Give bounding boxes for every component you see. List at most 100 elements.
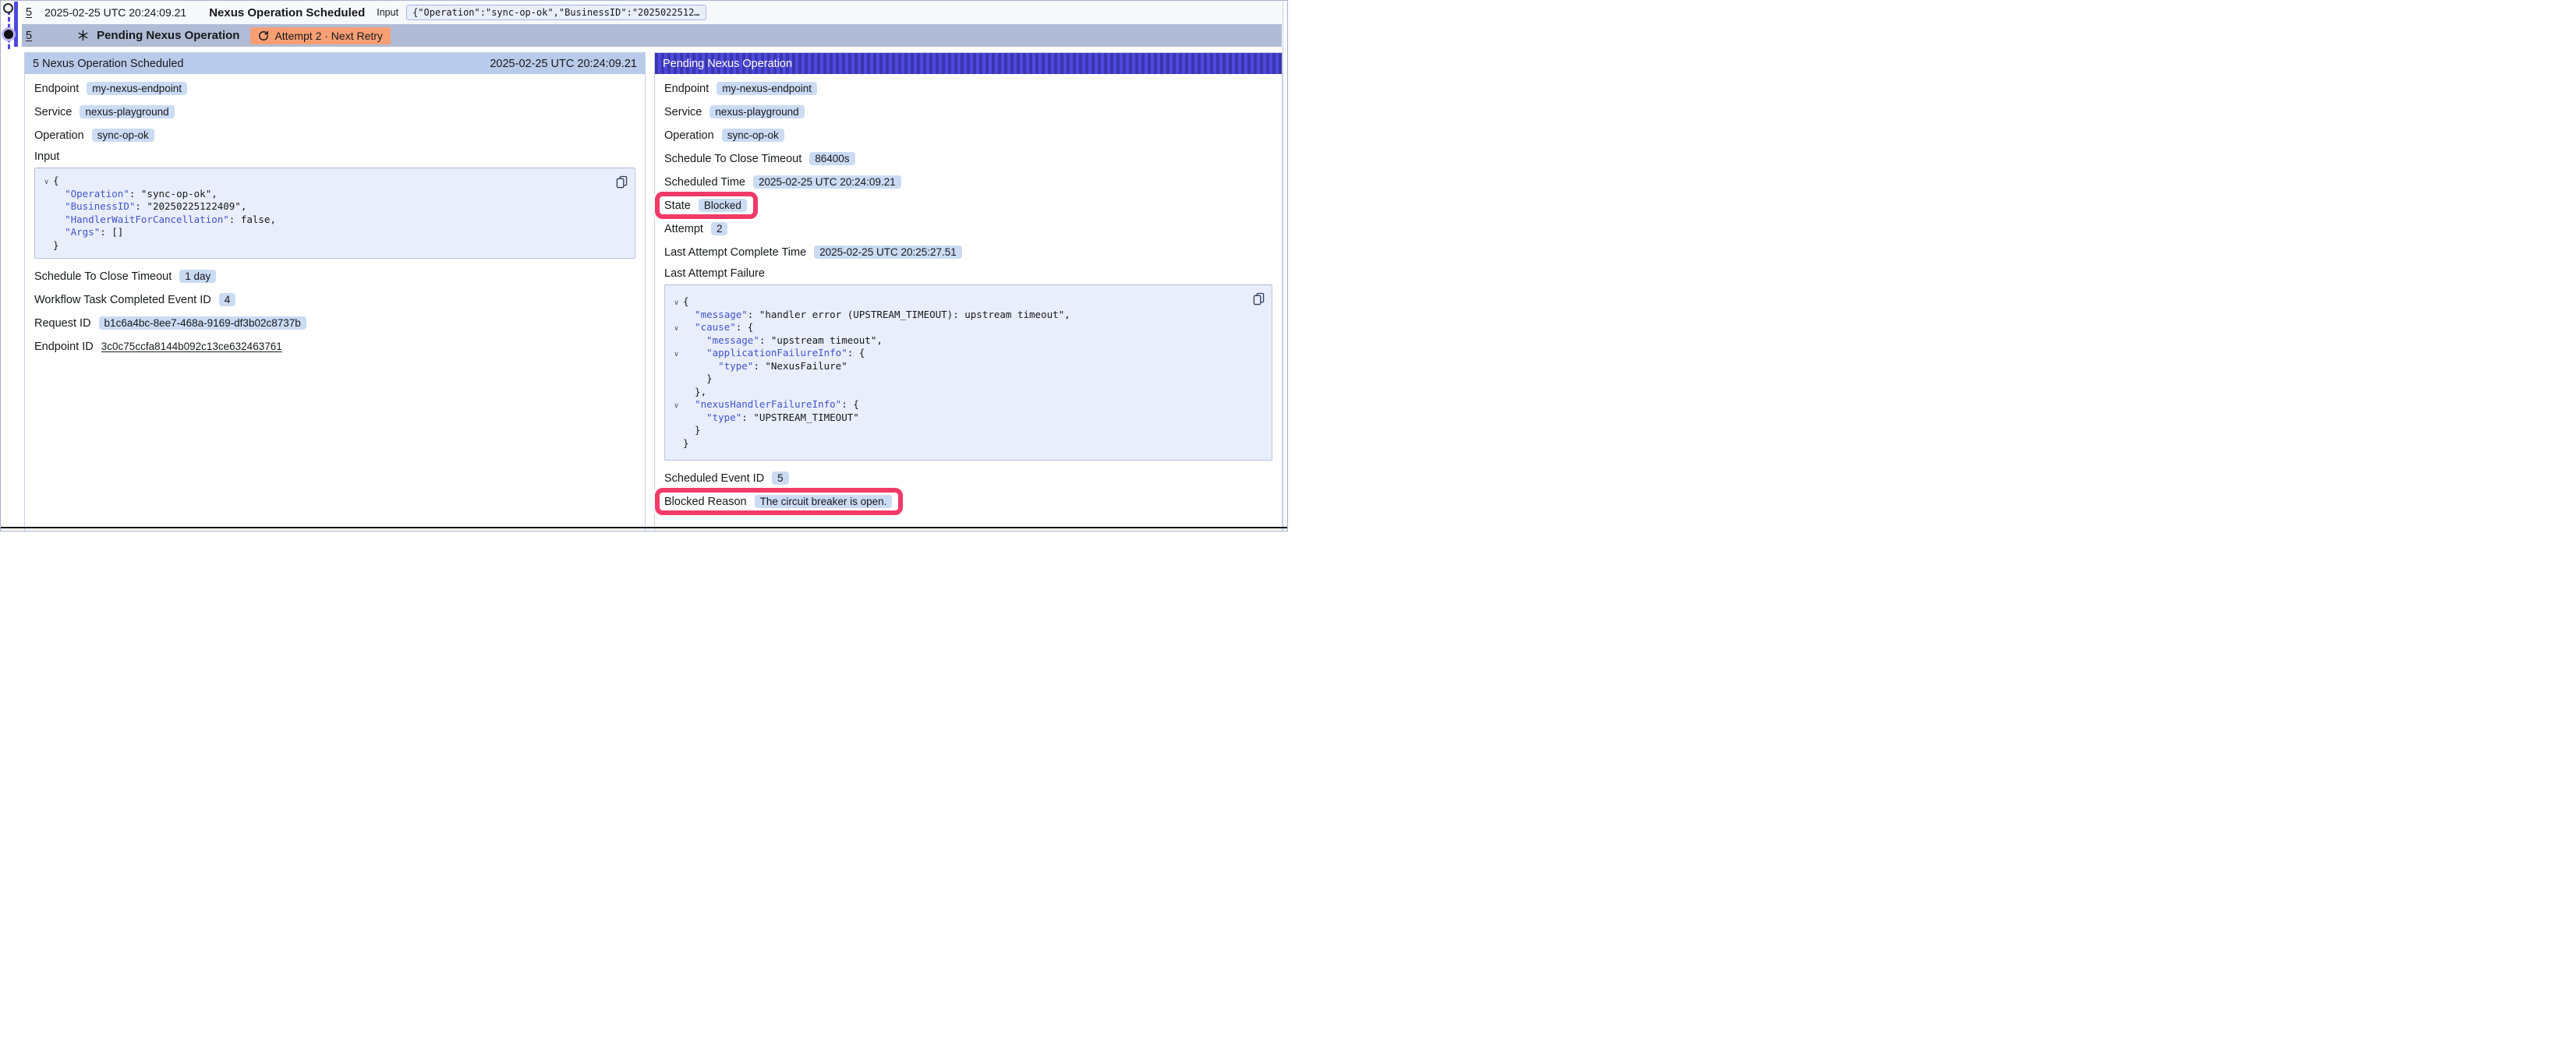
asterisk-icon xyxy=(77,30,89,41)
field-operation: Operation sync-op-ok xyxy=(664,127,784,143)
field-label: Service xyxy=(664,106,702,118)
gutter-spacer xyxy=(670,374,683,387)
workflow-event-history-screen: 5 2025-02-25 UTC 20:24:09.21 Nexus Opera… xyxy=(0,0,1288,532)
field-value-chip: b1c6a4bc-8ee7-468a-9169-df3b02c8737b xyxy=(99,316,306,330)
gutter-spacer xyxy=(40,241,53,254)
code-line: ∨{ xyxy=(40,175,611,188)
field-label: Schedule To Close Timeout xyxy=(34,270,172,283)
event-timestamp: 2025-02-25 UTC 20:24:09.21 xyxy=(44,6,186,19)
pending-operation-card: Pending Nexus Operation Endpoint my-nexu… xyxy=(654,52,1283,532)
state-value-chip: Blocked xyxy=(699,199,747,212)
field-state: State Blocked xyxy=(664,197,747,214)
event-id-link[interactable]: 5 xyxy=(26,6,32,19)
copy-icon xyxy=(616,175,628,189)
detail-cards: 5 Nexus Operation Scheduled 2025-02-25 U… xyxy=(24,52,1283,532)
field-endpoint-id: Endpoint ID 3c0c75ccfa8144b092c13ce63246… xyxy=(34,338,282,355)
field-workflow-task-completed-event-id: Workflow Task Completed Event ID 4 xyxy=(34,291,235,308)
code-line: } xyxy=(670,437,1248,450)
event-input-label: Input xyxy=(377,7,398,18)
input-section-label: Input xyxy=(34,150,635,163)
gutter-spacer xyxy=(670,336,683,349)
gutter-spacer xyxy=(670,426,683,439)
code-line: "type": "NexusFailure" xyxy=(670,360,1248,373)
gutter-spacer xyxy=(40,202,53,215)
field-label: Service xyxy=(34,106,72,118)
event-title: Nexus Operation Scheduled xyxy=(209,6,365,19)
last-attempt-failure-label: Last Attempt Failure xyxy=(664,267,1272,280)
field-value-chip: sync-op-ok xyxy=(722,129,784,142)
timeline-marker-current-icon[interactable] xyxy=(4,30,13,39)
copy-icon xyxy=(1253,292,1265,305)
field-value-chip: 2025-02-25 UTC 20:24:09.21 xyxy=(753,175,901,189)
collapse-chevron-icon[interactable]: ∨ xyxy=(670,400,683,413)
event-row-pending-nexus-operation[interactable]: 5 Pending Nexus Operation Attempt 2 · Ne… xyxy=(22,24,1282,47)
field-schedule-to-close-timeout: Schedule To Close Timeout 1 day xyxy=(34,268,216,284)
event-detail-card: 5 Nexus Operation Scheduled 2025-02-25 U… xyxy=(24,52,646,532)
collapse-chevron-icon[interactable]: ∨ xyxy=(670,348,683,362)
pending-id-link[interactable]: 5 xyxy=(26,30,32,42)
gutter-spacer xyxy=(670,310,683,323)
code-line: "message": "upstream timeout", xyxy=(670,334,1248,348)
field-label: Endpoint xyxy=(664,83,709,95)
gutter-spacer xyxy=(40,215,53,228)
field-label: Scheduled Time xyxy=(664,176,745,189)
code-line: }, xyxy=(670,386,1248,399)
code-line: "type": "UPSTREAM_TIMEOUT" xyxy=(670,411,1248,425)
pending-operation-card-header: Pending Nexus Operation xyxy=(655,53,1282,74)
pending-title: Pending Nexus Operation xyxy=(97,29,239,42)
field-operation: Operation sync-op-ok xyxy=(34,127,154,143)
blocked-reason-value-chip: The circuit breaker is open. xyxy=(755,495,893,508)
field-value-chip: 2 xyxy=(711,222,728,235)
field-request-id: Request ID b1c6a4bc-8ee7-468a-9169-df3b0… xyxy=(34,315,306,331)
field-service: Service nexus-playground xyxy=(664,104,805,120)
field-scheduled-time: Scheduled Time 2025-02-25 UTC 20:24:09.2… xyxy=(664,174,901,190)
code-line: } xyxy=(670,424,1248,437)
event-input-preview-chip[interactable]: {"Operation":"sync-op-ok","BusinessID":"… xyxy=(406,5,706,20)
timeline-marker-open-icon[interactable] xyxy=(3,3,13,13)
field-value-chip: sync-op-ok xyxy=(92,129,154,142)
field-value-chip: my-nexus-endpoint xyxy=(87,82,187,95)
collapse-chevron-icon[interactable]: ∨ xyxy=(670,323,683,336)
field-label: Operation xyxy=(34,129,84,142)
field-value-chip: 1 day xyxy=(179,270,216,283)
code-line: } xyxy=(40,239,611,253)
event-detail-card-header: 5 Nexus Operation Scheduled 2025-02-25 U… xyxy=(25,53,645,74)
field-value-chip: 5 xyxy=(772,471,789,485)
gutter-spacer xyxy=(40,228,53,241)
field-schedule-to-close-timeout: Schedule To Close Timeout 86400s xyxy=(664,150,855,167)
scroll-edge[interactable] xyxy=(1283,1,1287,531)
code-line: "HandlerWaitForCancellation": false, xyxy=(40,214,611,227)
collapse-chevron-icon[interactable]: ∨ xyxy=(40,176,53,189)
event-detail-card-title: 5 Nexus Operation Scheduled xyxy=(33,58,183,70)
copy-button[interactable] xyxy=(1253,291,1265,305)
pending-operation-card-title: Pending Nexus Operation xyxy=(663,58,792,70)
code-line: } xyxy=(670,373,1248,386)
field-endpoint: Endpoint my-nexus-endpoint xyxy=(34,80,187,97)
field-label: Attempt xyxy=(664,223,703,235)
code-line: ∨ "applicationFailureInfo": { xyxy=(670,347,1248,360)
attempt-retry-label: Attempt 2 · Next Retry xyxy=(274,30,382,42)
attempt-retry-badge[interactable]: Attempt 2 · Next Retry xyxy=(250,27,390,44)
code-line: "Operation": "sync-op-ok", xyxy=(40,188,611,201)
field-label: Schedule To Close Timeout xyxy=(664,153,801,165)
endpoint-id-link[interactable]: 3c0c75ccfa8144b092c13ce632463761 xyxy=(101,341,282,352)
field-service: Service nexus-playground xyxy=(34,104,175,120)
field-endpoint: Endpoint my-nexus-endpoint xyxy=(664,80,817,97)
field-label: Scheduled Event ID xyxy=(664,472,764,485)
timeline-selection-bar xyxy=(14,2,18,47)
field-value-chip: 2025-02-25 UTC 20:25:27.51 xyxy=(814,245,962,259)
bottom-divider xyxy=(1,527,1287,528)
event-row-nexus-operation-scheduled[interactable]: 5 2025-02-25 UTC 20:24:09.21 Nexus Opera… xyxy=(22,1,1282,24)
field-label: Operation xyxy=(664,129,714,142)
field-attempt: Attempt 2 xyxy=(664,221,727,237)
gutter-spacer xyxy=(670,413,683,426)
collapse-chevron-icon[interactable]: ∨ xyxy=(670,297,683,310)
field-scheduled-event-id: Scheduled Event ID 5 xyxy=(664,470,789,486)
gutter-spacer xyxy=(670,439,683,452)
copy-button[interactable] xyxy=(616,175,628,189)
code-line: "message": "handler error (UPSTREAM_TIME… xyxy=(670,309,1248,322)
code-line: ∨ "nexusHandlerFailureInfo": { xyxy=(670,398,1248,411)
code-line: "Args": [] xyxy=(40,226,611,239)
code-line: "BusinessID": "20250225122409", xyxy=(40,200,611,214)
field-last-attempt-complete-time: Last Attempt Complete Time 2025-02-25 UT… xyxy=(664,244,962,260)
